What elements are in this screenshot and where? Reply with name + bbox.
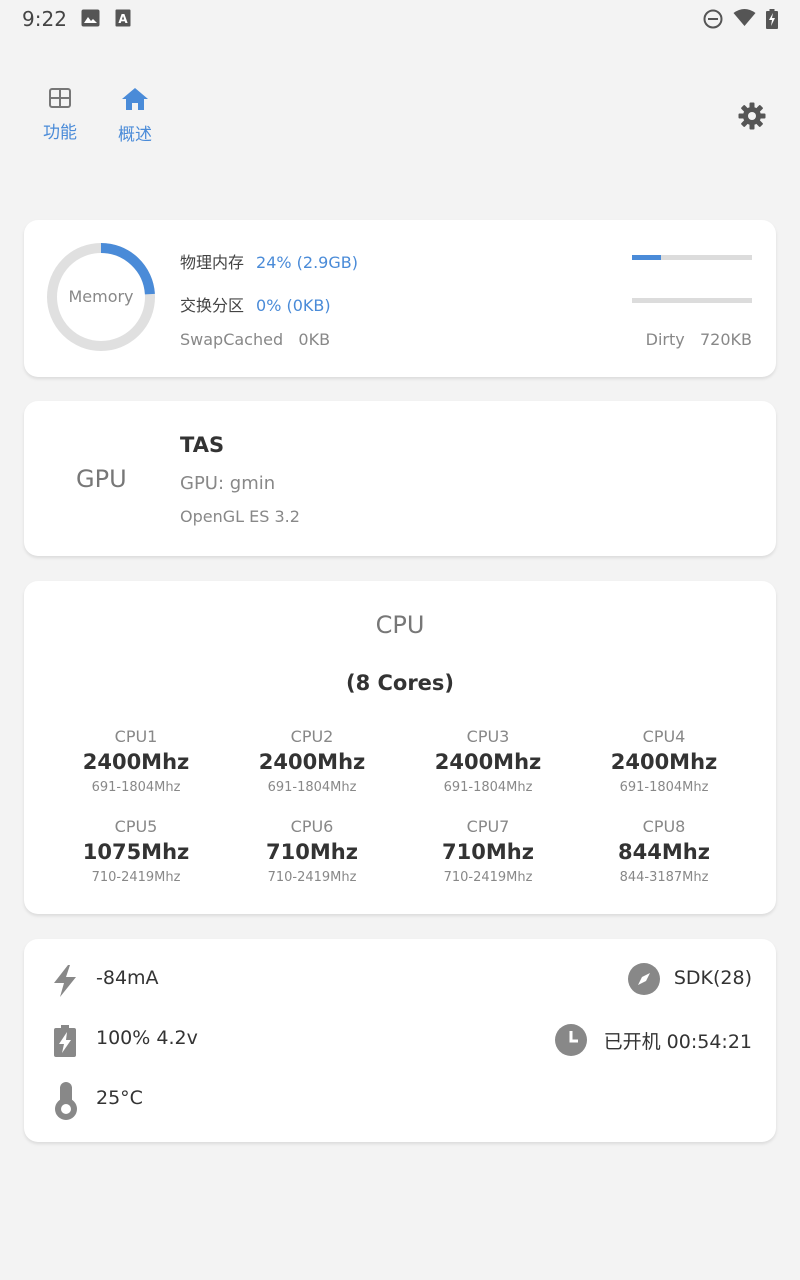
cpu-title: CPU [375, 611, 425, 639]
physical-memory-bar-fill [632, 255, 661, 260]
cpu-core-range: 710-2419Mhz [91, 870, 181, 885]
cpu-core-freq: 2400Mhz [610, 750, 718, 774]
battery-current: -84mA [96, 967, 159, 989]
wifi-icon [733, 9, 756, 31]
dirty-label: Dirty [645, 330, 685, 349]
cpu-core-freq: 2400Mhz [434, 750, 542, 774]
cpu-core-freq: 2400Mhz [82, 750, 190, 774]
cpu-core-range: 691-1804Mhz [443, 780, 533, 795]
swap-label: 交换分区 [180, 296, 245, 315]
battery-charging-icon [54, 1025, 76, 1061]
swap-row: 交换分区 0% (0KB) [180, 292, 331, 316]
memory-donut-label: Memory [68, 287, 134, 306]
cpu-core-freq: 2400Mhz [258, 750, 366, 774]
physical-memory-value: 24% (2.9GB) [256, 253, 358, 272]
cpu-core-name: CPU6 [290, 817, 334, 836]
cpu-core-name: CPU1 [114, 727, 158, 746]
cpu-core-range: 691-1804Mhz [267, 780, 357, 795]
settings-button[interactable] [738, 102, 766, 134]
cpu-core-name: CPU7 [466, 817, 510, 836]
compass-icon [628, 963, 660, 999]
svg-text:A: A [118, 12, 128, 26]
uptime: 已开机 00:54:21 [603, 1031, 752, 1053]
gear-icon [738, 102, 766, 134]
image-icon [81, 9, 100, 31]
cpu-core-name: CPU3 [466, 727, 510, 746]
cpu-core-item: CPU5 1075Mhz 710-2419Mhz [56, 817, 216, 885]
gpu-label: GPU [76, 465, 127, 493]
cpu-core-range: 844-3187Mhz [619, 870, 709, 885]
cpu-core-item: CPU3 2400Mhz 691-1804Mhz [408, 727, 568, 795]
gpu-vendor: TAS [180, 433, 225, 457]
cpu-core-freq: 1075Mhz [82, 840, 190, 864]
cpu-core-name: CPU8 [642, 817, 686, 836]
swapcached-row: SwapCached 0KB [180, 330, 330, 349]
grid-icon [30, 88, 90, 112]
lightning-icon [52, 965, 78, 1001]
swapcached-label: SwapCached [180, 330, 284, 349]
battery-temperature: 25°C [96, 1087, 143, 1109]
gpu-model: GPU: gmin [180, 473, 276, 494]
cpu-core-freq: 710Mhz [442, 840, 534, 864]
cpu-card[interactable]: CPU (8 Cores) CPU1 2400Mhz 691-1804Mhz C… [24, 581, 776, 914]
cpu-core-name: CPU5 [114, 817, 158, 836]
physical-memory-label: 物理内存 [180, 253, 245, 272]
swapcached-value: 0KB [298, 330, 331, 349]
cpu-core-range: 710-2419Mhz [443, 870, 533, 885]
cpu-core-freq: 710Mhz [266, 840, 358, 864]
tab-overview[interactable]: 概述 [105, 88, 165, 145]
battery-card[interactable]: -84mA 100% 4.2v 25°C SDK(28) 已开机 00:54:2… [24, 939, 776, 1142]
memory-card[interactable]: Memory 物理内存 24% (2.9GB) 交换分区 0% (0KB) Swap… [24, 220, 776, 377]
cpu-core-range: 691-1804Mhz [91, 780, 181, 795]
battery-level-voltage: 100% 4.2v [96, 1027, 198, 1049]
swap-bar [632, 298, 752, 303]
tab-functions[interactable]: 功能 [30, 88, 90, 143]
cpu-core-item: CPU7 710Mhz 710-2419Mhz [408, 817, 568, 885]
cpu-core-item: CPU1 2400Mhz 691-1804Mhz [56, 727, 216, 795]
do-not-disturb-icon [703, 9, 723, 33]
thermometer-icon [54, 1082, 78, 1124]
gpu-card[interactable]: GPU TAS GPU: gmin OpenGL ES 3.2 [24, 401, 776, 556]
cpu-core-item: CPU4 2400Mhz 691-1804Mhz [584, 727, 744, 795]
cpu-core-range: 710-2419Mhz [267, 870, 357, 885]
physical-memory-row: 物理内存 24% (2.9GB) [180, 249, 358, 273]
swap-value: 0% (0KB) [256, 296, 331, 315]
dirty-row: Dirty 720KB [646, 330, 752, 349]
cpu-core-count: (8 Cores) [345, 671, 455, 695]
tab-functions-label: 功能 [43, 123, 77, 143]
cpu-core-item: CPU6 710Mhz 710-2419Mhz [232, 817, 392, 885]
clock-icon [555, 1024, 587, 1060]
cpu-core-item: CPU8 844Mhz 844-3187Mhz [584, 817, 744, 885]
physical-memory-bar [632, 255, 752, 260]
gpu-opengl-version: OpenGL ES 3.2 [180, 507, 300, 526]
status-bar: 9:22 A [0, 0, 800, 36]
battery-charging-icon [766, 9, 778, 33]
cpu-core-name: CPU2 [290, 727, 334, 746]
dirty-value: 720KB [699, 330, 752, 349]
cpu-core-range: 691-1804Mhz [619, 780, 709, 795]
sdk-version: SDK(28) [673, 967, 752, 989]
status-time: 9:22 [22, 7, 67, 31]
text-a-icon: A [115, 9, 131, 31]
cpu-core-name: CPU4 [642, 727, 686, 746]
home-icon [105, 88, 165, 114]
cpu-core-freq: 844Mhz [618, 840, 710, 864]
cpu-core-item: CPU2 2400Mhz 691-1804Mhz [232, 727, 392, 795]
tab-overview-label: 概述 [118, 125, 152, 145]
